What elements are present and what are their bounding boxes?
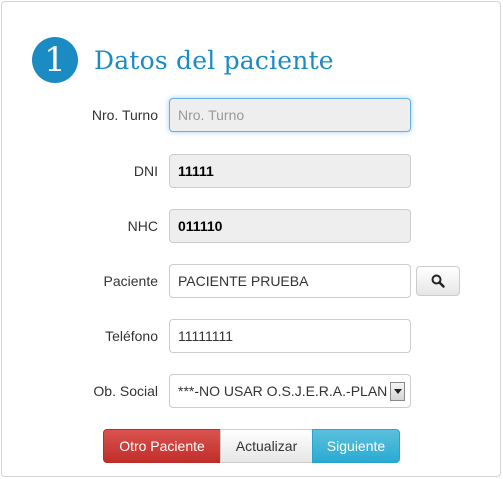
patient-panel: 1 Datos del paciente Nro. Turno DNI NHC … [1, 1, 501, 477]
paciente-input[interactable] [169, 264, 411, 298]
nhc-input[interactable] [169, 209, 411, 243]
dropdown-arrow-icon[interactable] [390, 382, 405, 401]
dni-label: DNI [133, 163, 158, 179]
turno-input[interactable] [169, 98, 411, 132]
obra-social-row: Ob. Social ***-NO USAR O.S.J.E.R.A.-PLAN [2, 374, 502, 408]
obra-social-label: Ob. Social [93, 383, 158, 399]
search-icon [431, 274, 445, 288]
telefono-input[interactable] [169, 319, 411, 353]
paciente-label: Paciente [103, 273, 158, 289]
page-title: Datos del paciente [94, 45, 334, 75]
action-buttons: Otro Paciente Actualizar Siguiente [103, 429, 400, 463]
paciente-row: Paciente [2, 264, 502, 298]
search-patient-button[interactable] [416, 266, 460, 296]
step-number-badge: 1 [32, 37, 78, 83]
telefono-label: Teléfono [105, 328, 158, 344]
otro-paciente-button[interactable]: Otro Paciente [103, 429, 221, 463]
turno-row: Nro. Turno [2, 98, 502, 132]
panel-header: 1 Datos del paciente [32, 37, 334, 83]
siguiente-button[interactable]: Siguiente [312, 429, 400, 463]
nhc-row: NHC [2, 209, 502, 243]
obra-social-select[interactable]: ***-NO USAR O.S.J.E.R.A.-PLAN [169, 374, 411, 408]
dni-row: DNI [2, 154, 502, 188]
turno-label: Nro. Turno [91, 107, 158, 123]
actualizar-button[interactable]: Actualizar [220, 429, 313, 463]
obra-social-selected-value: ***-NO USAR O.S.J.E.R.A.-PLAN [178, 383, 388, 399]
nhc-label: NHC [127, 218, 158, 234]
telefono-row: Teléfono [2, 319, 502, 353]
dni-input[interactable] [169, 154, 411, 188]
